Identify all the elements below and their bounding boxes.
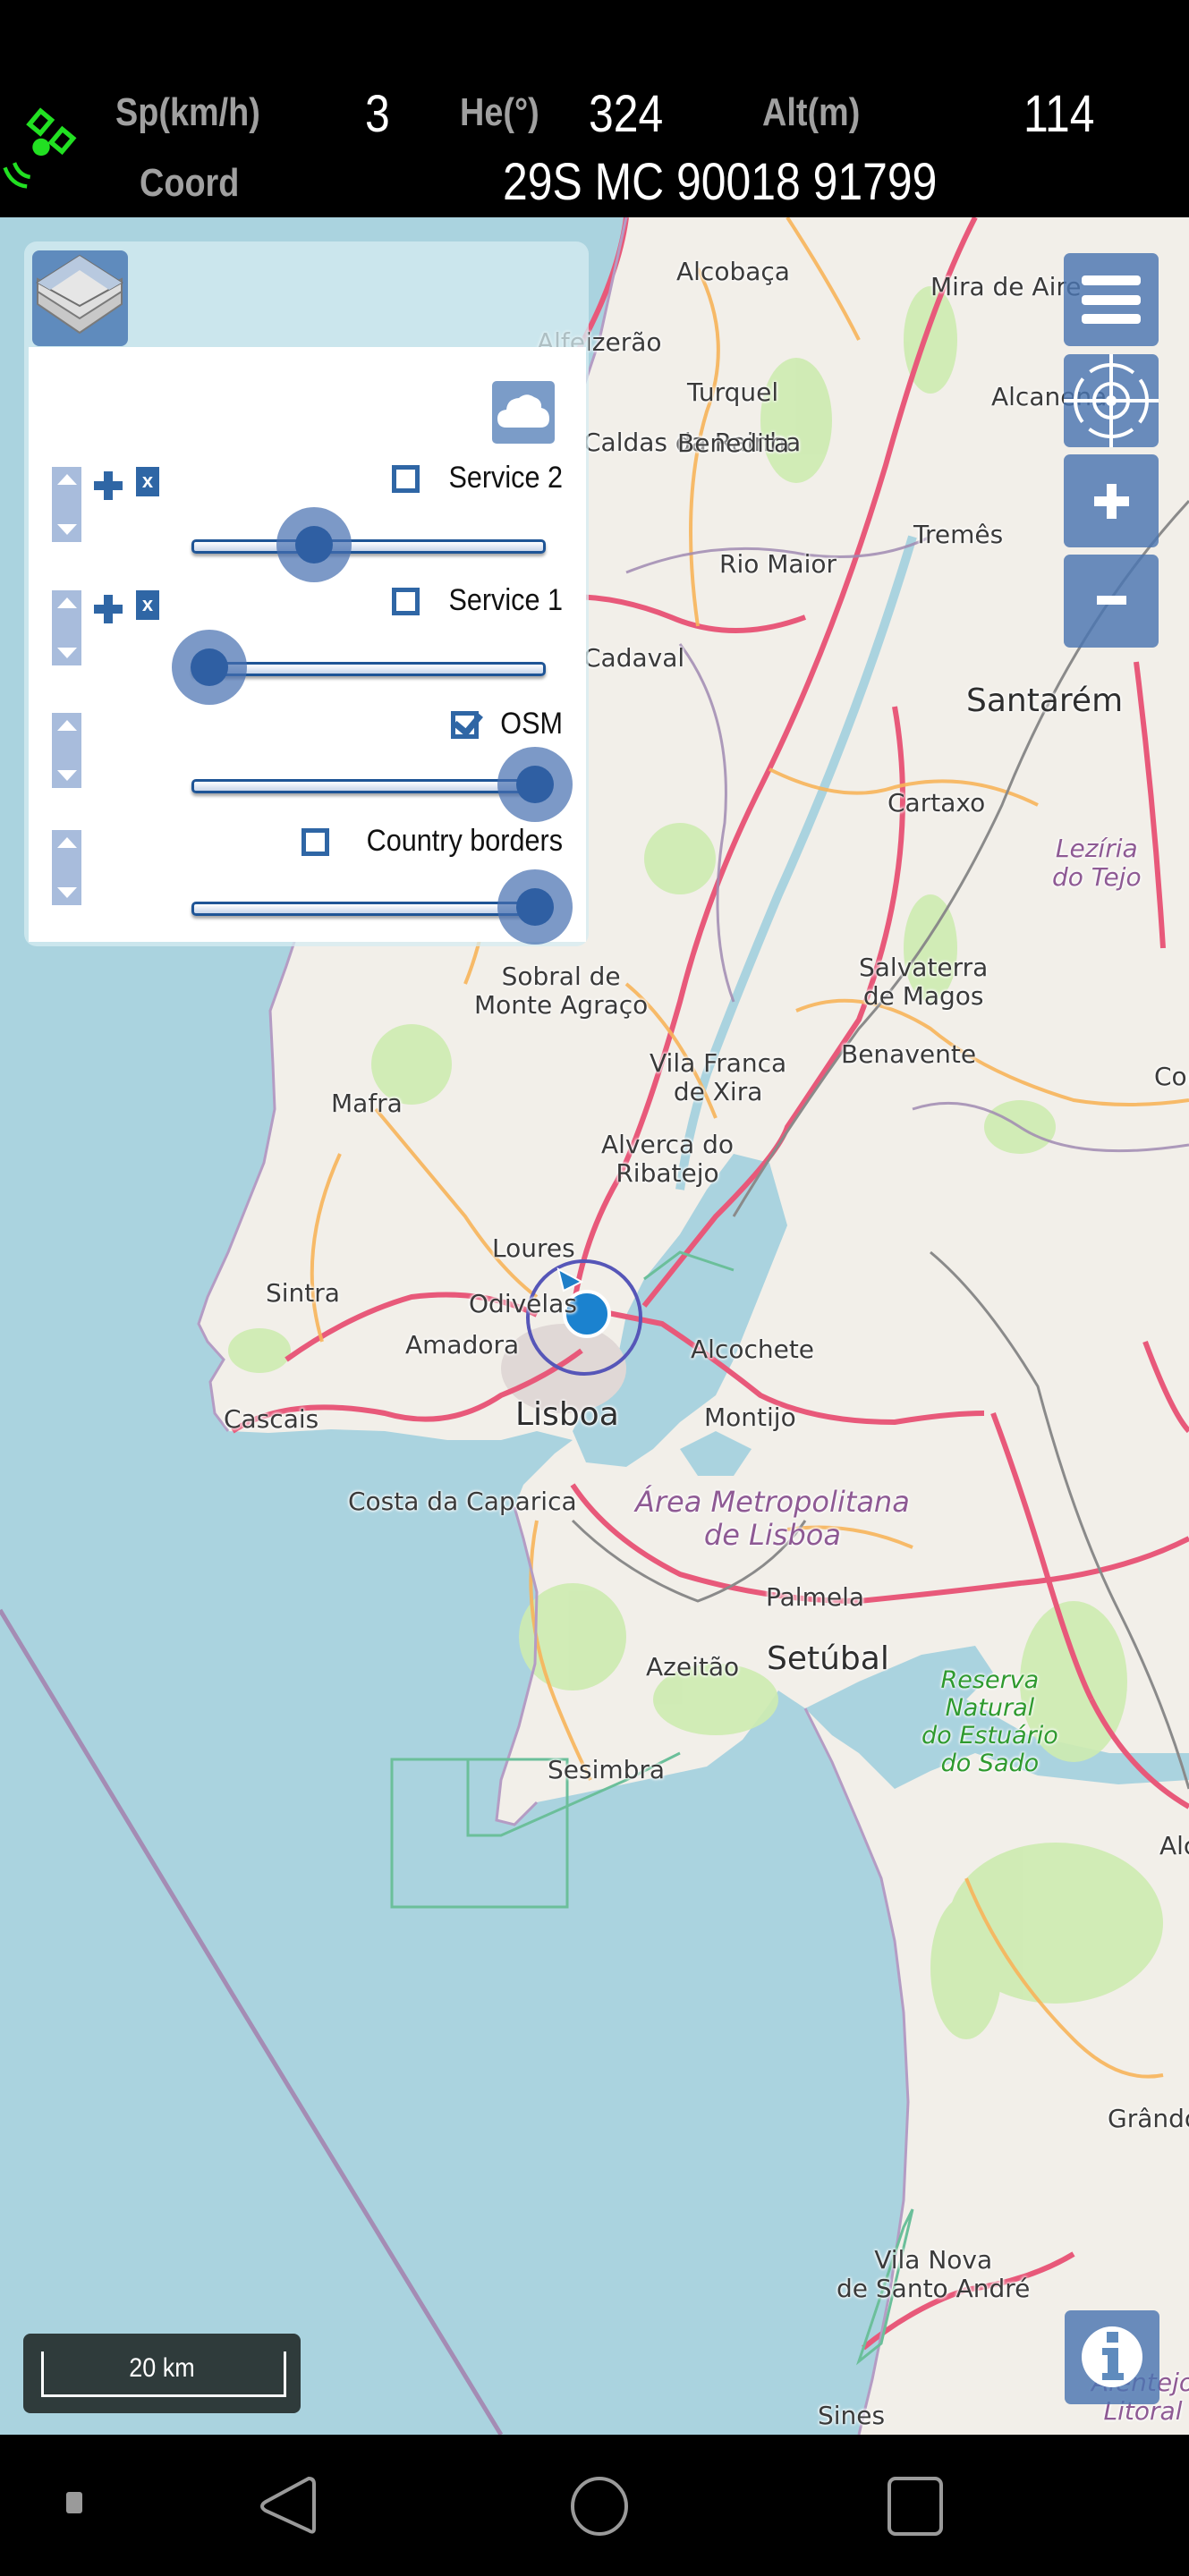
map-label: Sines — [818, 2401, 886, 2430]
move-up-icon[interactable] — [57, 597, 77, 608]
opacity-slider-handle[interactable] — [497, 747, 573, 822]
map-label: Alcobaça — [676, 257, 790, 286]
layer-name: Service 1 — [448, 583, 563, 617]
nav-back-icon[interactable] — [255, 2475, 318, 2538]
layers-toggle-button[interactable] — [32, 250, 128, 346]
cloud-button[interactable] — [492, 381, 555, 444]
reorder-layer-country-borders[interactable] — [52, 830, 81, 905]
map-label: Mafra — [331, 1089, 403, 1118]
map-label: Vila Nova de Santo André — [837, 2245, 1031, 2304]
map-label: Montijo — [704, 1402, 796, 1432]
speed-value: 3 — [365, 85, 390, 143]
add-layer-icon[interactable] — [94, 471, 123, 500]
map-label: Amadora — [405, 1330, 520, 1360]
map-label: Vila Franca de Xira — [650, 1048, 787, 1107]
map-label: Cadaval — [583, 643, 685, 673]
map-label: Sobral de Monte Agraço — [474, 962, 649, 1021]
altitude-label: Alt(m) — [762, 90, 861, 134]
map-label: Lezíria do Tejo — [1052, 834, 1142, 893]
map-label: Coruche — [1154, 1062, 1189, 1091]
map-label: Alverca do Ribatejo — [601, 1130, 734, 1189]
map-label: Turquel — [687, 377, 779, 407]
altitude-value: 114 — [1023, 85, 1095, 143]
opacity-slider-handle[interactable] — [497, 869, 573, 945]
map-label: Tremês — [913, 520, 1004, 549]
move-down-icon[interactable] — [57, 770, 77, 781]
map-label: Grândola — [1108, 2104, 1189, 2133]
map-label: Lisboa — [515, 1396, 619, 1433]
zoom-out-icon — [1097, 596, 1126, 605]
move-down-icon[interactable] — [57, 648, 77, 658]
heading-label: He(°) — [460, 90, 539, 134]
map-label: Alcácer do Sal — [1159, 1831, 1189, 1860]
coord-label: Coord — [140, 161, 240, 205]
zoom-out-button[interactable] — [1064, 555, 1159, 648]
nav-recents-icon[interactable] — [884, 2475, 947, 2538]
map-label: Alcochete — [691, 1335, 815, 1364]
zoom-in-button[interactable] — [1064, 454, 1159, 547]
crosshair-icon — [1064, 354, 1159, 447]
map-label: Rio Maior — [719, 549, 837, 579]
move-up-icon[interactable] — [57, 837, 77, 848]
map-label: Setúbal — [767, 1640, 889, 1677]
opacity-slider-country-borders[interactable] — [191, 902, 546, 916]
android-navigation-bar — [0, 2435, 1189, 2576]
satellite-icon[interactable] — [2, 106, 81, 195]
move-down-icon[interactable] — [57, 887, 77, 898]
layer-name: Country borders — [366, 824, 563, 858]
menu-button[interactable] — [1064, 253, 1159, 346]
move-up-icon[interactable] — [57, 474, 77, 485]
info-icon — [1082, 2326, 1142, 2387]
map-label: Benavente — [841, 1039, 977, 1069]
layer-name: Service 2 — [448, 461, 563, 495]
move-down-icon[interactable] — [57, 524, 77, 535]
layer-name: OSM — [500, 707, 563, 741]
opacity-slider-osm[interactable] — [191, 779, 546, 793]
zoom-in-icon — [1094, 484, 1129, 519]
cloud-icon — [497, 394, 549, 428]
map-label: Odivelas — [469, 1289, 577, 1318]
map-label: Área Metropolitana de Lisboa — [635, 1485, 910, 1552]
heading-value: 324 — [589, 85, 664, 143]
map-label: Cascais — [224, 1404, 319, 1434]
add-layer-icon[interactable] — [94, 595, 123, 623]
reorder-layer-service-2[interactable] — [52, 467, 81, 542]
coord-value: 29S MC 90018 91799 — [503, 153, 938, 211]
nav-home-icon[interactable] — [569, 2475, 632, 2538]
opacity-slider-handle[interactable] — [276, 507, 352, 582]
remove-layer-button[interactable]: x — [136, 590, 159, 620]
gps-status-header: Sp(km/h) 3 He(°) 324 Alt(m) 114 Coord 29… — [0, 0, 1189, 217]
map-label: Reserva Natural do Estuário do Sado — [921, 1666, 1058, 1778]
opacity-slider-handle[interactable] — [171, 630, 247, 705]
speed-label: Sp(km/h) — [115, 90, 260, 134]
layers-icon — [36, 254, 123, 335]
map-label: Costa da Caparica — [348, 1487, 577, 1516]
map-label: Salvaterra de Magos — [859, 953, 989, 1012]
info-button[interactable] — [1065, 2310, 1159, 2404]
map-label: Sesimbra — [548, 1755, 666, 1784]
menu-icon — [1082, 275, 1141, 324]
map-label: Benedita — [677, 428, 790, 458]
maritime-boundary — [0, 1608, 504, 2435]
remove-layer-button[interactable]: x — [136, 467, 159, 496]
reorder-layer-service-1[interactable] — [52, 590, 81, 665]
map-label: Cartaxo — [888, 788, 986, 818]
nav-menu-icon[interactable] — [64, 2488, 84, 2517]
reorder-layer-osm[interactable] — [52, 713, 81, 788]
map-label: Sintra — [266, 1278, 340, 1308]
map-label: Palmela — [766, 1582, 865, 1612]
opacity-slider-service-2[interactable] — [191, 539, 546, 554]
map-label: Mira de Aire — [930, 272, 1082, 301]
map-label: Azeitão — [646, 1652, 740, 1682]
move-up-icon[interactable] — [57, 720, 77, 731]
locate-button[interactable] — [1064, 354, 1159, 447]
map-label: Santarém — [966, 682, 1124, 719]
map-label: Loures — [492, 1233, 575, 1263]
scale-bar: 20 km — [23, 2334, 301, 2413]
scale-label: 20 km — [129, 2353, 195, 2383]
